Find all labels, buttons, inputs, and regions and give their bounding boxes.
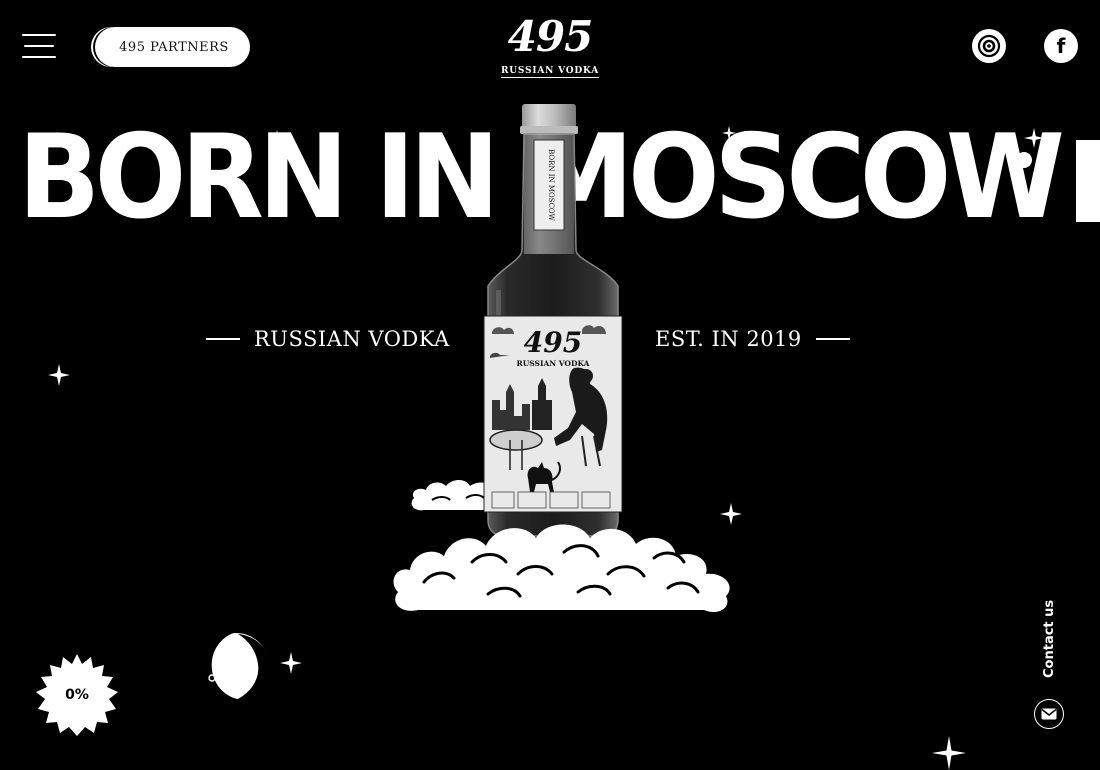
partners-button-label: 495 PARTNERS xyxy=(119,39,229,55)
hamburger-menu-icon[interactable] xyxy=(22,30,58,62)
russian-vodka-text: RUSSIAN VODKA xyxy=(254,327,450,351)
sparkle-icon xyxy=(1016,128,1044,168)
loading-percent: 0% xyxy=(65,687,89,703)
cloud-illustration xyxy=(393,524,730,613)
facebook-button[interactable]: f xyxy=(1044,29,1078,63)
star-icon xyxy=(280,652,302,674)
star-icon xyxy=(48,364,70,386)
star-icon xyxy=(932,736,966,770)
contact-mail-button[interactable] xyxy=(1034,699,1064,729)
instagram-button[interactable] xyxy=(972,29,1006,63)
established-text: EST. IN 2019 xyxy=(655,327,802,351)
star-icon xyxy=(270,130,284,144)
label-dash xyxy=(206,338,240,340)
brand-logo[interactable]: 495 RUSSIAN VODKA xyxy=(494,16,606,78)
menu-line xyxy=(22,56,56,58)
hero-page: 495 PARTNERS 495 RUSSIAN VODKA f BORN IN… xyxy=(0,0,1100,770)
established-label: EST. IN 2019 xyxy=(655,327,850,351)
moon-illustration xyxy=(201,631,271,701)
bottle-label-subtitle: RUSSIAN VODKA xyxy=(517,359,590,368)
facebook-icon: f xyxy=(1056,34,1066,58)
vodka-bottle-image: BORN IN MOSCOW 495 RUSSIAN VODKA xyxy=(483,104,623,537)
logo-number: 495 xyxy=(507,12,594,61)
russian-vodka-label: RUSSIAN VODKA xyxy=(206,327,450,351)
partners-button[interactable]: 495 PARTNERS xyxy=(98,27,250,67)
neck-label-text: BORN IN MOSCOW xyxy=(547,149,555,222)
bottle-label-number: 495 xyxy=(524,326,582,359)
star-icon xyxy=(722,126,736,140)
contact-us-link[interactable]: Contact us xyxy=(1040,600,1060,678)
loading-progress-badge: 0% xyxy=(36,654,118,736)
headline-repeat-fragment xyxy=(1076,140,1100,222)
label-dash xyxy=(815,338,850,340)
menu-line xyxy=(22,34,56,36)
instagram-icon xyxy=(977,34,1001,58)
logo-subtitle: RUSSIAN VODKA xyxy=(501,66,599,78)
menu-line xyxy=(24,45,54,47)
envelope-icon xyxy=(1041,708,1057,720)
